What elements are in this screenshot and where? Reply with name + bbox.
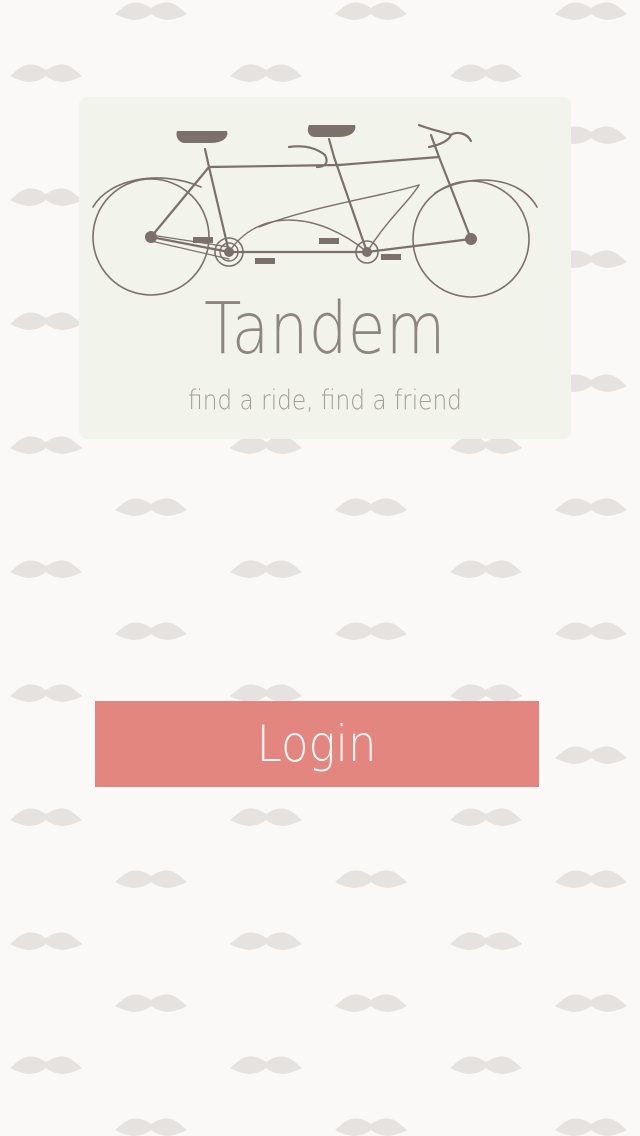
- mustache-icon: [555, 2, 627, 21]
- mustache-icon: [230, 436, 302, 454]
- logo-card: Tandem find a ride, find a friend: [79, 97, 571, 439]
- mustache-icon: [115, 498, 187, 516]
- mustache-icon: [335, 870, 407, 888]
- mustache-icon: [230, 1056, 302, 1074]
- mustache-icon: [10, 560, 82, 578]
- mustache-icon: [230, 808, 302, 826]
- mustache-icon: [10, 312, 82, 330]
- mustache-icon: [555, 746, 627, 764]
- mustache-icon: [450, 684, 522, 702]
- mustache-icon: [10, 188, 82, 206]
- mustache-icon: [450, 436, 522, 454]
- mustache-icon: [115, 870, 187, 888]
- mustache-icon: [335, 498, 407, 516]
- mustache-icon: [335, 1118, 407, 1136]
- mustache-icon: [555, 1118, 627, 1136]
- mustache-icon: [10, 808, 82, 826]
- mustache-icon: [555, 498, 627, 516]
- tandem-bicycle-icon: [92, 123, 538, 298]
- mustache-icon: [450, 1056, 522, 1074]
- mustache-icon: [10, 64, 82, 82]
- mustache-icon: [335, 622, 407, 640]
- mustache-icon: [450, 64, 522, 82]
- mustache-icon: [10, 1056, 82, 1074]
- mustache-icon: [230, 64, 302, 82]
- mustache-icon: [230, 932, 302, 950]
- mustache-icon: [10, 436, 82, 454]
- login-button[interactable]: Login: [95, 701, 539, 787]
- mustache-icon: [450, 932, 522, 950]
- mustache-icon: [115, 622, 187, 640]
- mustache-icon: [115, 994, 187, 1012]
- mustache-icon: [10, 684, 82, 702]
- mustache-icon: [450, 808, 522, 826]
- login-screen: { "app": { "title": "Tandem", "tagline":…: [0, 0, 640, 1136]
- app-tagline: find a ride, find a friend: [188, 385, 462, 416]
- mustache-icon: [555, 622, 627, 640]
- mustache-icon: [450, 560, 522, 578]
- mustache-icon: [335, 994, 407, 1012]
- app-title: Tandem: [204, 287, 446, 370]
- mustache-icon: [230, 684, 302, 702]
- login-button-label: Login: [257, 715, 377, 773]
- mustache-icon: [10, 932, 82, 950]
- mustache-icon: [115, 1118, 187, 1136]
- mustache-icon: [230, 560, 302, 578]
- mustache-icon: [115, 2, 187, 21]
- mustache-icon: [555, 994, 627, 1012]
- mustache-icon: [555, 870, 627, 888]
- mustache-icon: [335, 2, 407, 21]
